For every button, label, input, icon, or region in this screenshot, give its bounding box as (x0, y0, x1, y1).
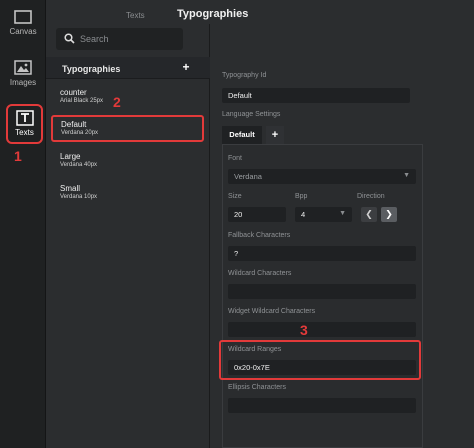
typography-name: counter (60, 88, 87, 97)
list-item[interactable]: Small Verdana 10px (60, 184, 200, 200)
rail-images[interactable]: Images (0, 60, 46, 87)
properties-panel: Typography Id Default Language Settings … (212, 24, 474, 448)
typography-meta: Verdana 10px (60, 194, 98, 200)
list-title: Typographies (62, 64, 121, 74)
typography-meta: Verdana 20px (61, 130, 99, 136)
header: Texts Typographies (46, 0, 474, 24)
bpp-value: 4 (301, 210, 306, 219)
fallback-characters-field[interactable]: ? (228, 246, 416, 261)
add-typography-button[interactable]: + (178, 60, 194, 76)
tab-default[interactable]: Default (222, 126, 262, 144)
chevron-down-icon: ▼ (339, 210, 346, 217)
fallback-characters-label: Fallback Characters (228, 232, 291, 239)
text-icon (15, 110, 34, 126)
annotation-3: 3 (300, 322, 308, 338)
images-icon (14, 60, 32, 75)
rail-texts[interactable]: Texts (6, 104, 43, 144)
list-item-selected[interactable]: Default Verdana 20px (51, 115, 204, 142)
widget-wildcard-characters-label: Widget Wildcard Characters (228, 308, 316, 315)
wildcard-characters-field[interactable] (228, 284, 416, 299)
annotation-2: 2 (113, 94, 121, 110)
typography-id-label: Typography Id (222, 72, 267, 79)
wildcard-ranges-highlight (219, 340, 421, 380)
typography-name: Small (60, 184, 81, 193)
typography-list-panel: Typographies + counter Arial Black 25px … (46, 24, 210, 448)
font-value: Verdana (234, 172, 262, 181)
rail-canvas-label: Canvas (9, 27, 37, 36)
list-item[interactable]: counter Arial Black 25px (60, 88, 200, 104)
typography-name: Default (61, 120, 87, 129)
typography-name: Large (60, 152, 81, 161)
search-input[interactable] (80, 32, 176, 46)
bpp-select[interactable]: 4 ▼ (295, 207, 352, 222)
font-select[interactable]: Verdana ▼ (228, 169, 416, 184)
rail-texts-label: Texts (15, 128, 34, 137)
rail-canvas[interactable]: Canvas (0, 10, 46, 36)
add-language-tab-button[interactable]: + (266, 126, 284, 144)
direction-right-button[interactable]: ❯ (381, 207, 397, 222)
font-label: Font (228, 155, 243, 162)
breadcrumb[interactable]: Texts (126, 11, 145, 20)
search-box[interactable] (56, 28, 183, 50)
bpp-label: Bpp (295, 193, 308, 200)
language-settings-label: Language Settings (222, 111, 281, 118)
page-title: Typographies (177, 8, 249, 20)
list-item[interactable]: Large Verdana 40px (60, 152, 200, 168)
size-label: Size (228, 193, 242, 200)
rail-images-label: Images (9, 78, 37, 87)
ellipsis-characters-label: Ellipsis Characters (228, 384, 286, 391)
canvas-icon (14, 10, 32, 24)
typography-meta: Arial Black 25px (60, 98, 104, 104)
direction-left-button[interactable]: ❮ (361, 207, 377, 222)
typography-id-field[interactable]: Default (222, 88, 410, 103)
language-settings-group: Font Verdana ▼ Size 20 Bpp 4 ▼ Direction… (222, 144, 423, 448)
widget-wildcard-characters-field[interactable] (228, 322, 416, 337)
wildcard-characters-label: Wildcard Characters (228, 270, 292, 277)
list-title-bar: Typographies + (46, 57, 210, 79)
ellipsis-characters-field[interactable] (228, 398, 416, 413)
chevron-down-icon: ▼ (403, 172, 410, 179)
annotation-1: 1 (14, 148, 22, 164)
left-rail: Canvas Images Texts (0, 0, 46, 448)
search-icon (64, 33, 75, 44)
size-field[interactable]: 20 (228, 207, 286, 222)
direction-label: Direction (357, 193, 385, 200)
typography-meta: Verdana 40px (60, 162, 98, 168)
